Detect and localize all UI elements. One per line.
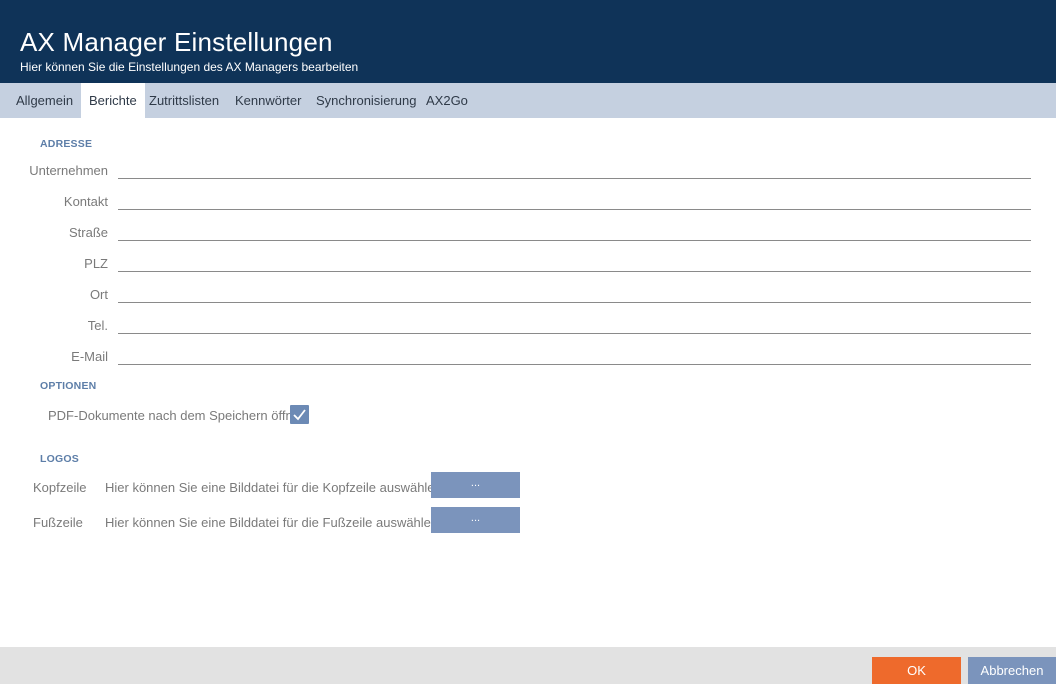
dialog-header: AX Manager Einstellungen Hier können Sie… xyxy=(0,0,1056,83)
label-unternehmen: Unternehmen xyxy=(29,163,108,178)
logo-name-fusszeile: Fußzeile xyxy=(33,515,83,530)
label-email: E-Mail xyxy=(71,349,108,364)
label-ort: Ort xyxy=(89,287,108,302)
section-title-logos: LOGOS xyxy=(40,453,79,465)
fusszeile-browse-button[interactable]: ... xyxy=(431,507,520,533)
dialog-subtitle: Hier können Sie die Einstellungen des AX… xyxy=(20,60,359,74)
label-kontakt: Kontakt xyxy=(63,194,108,209)
logo-name-kopfzeile: Kopfzeile xyxy=(33,480,87,495)
ort-field[interactable] xyxy=(118,283,1031,303)
tab-allgemein[interactable]: Allgemein xyxy=(8,83,81,118)
tab-zutrittslisten[interactable]: Zutrittslisten xyxy=(141,83,227,118)
section-title-optionen: OPTIONEN xyxy=(40,380,97,392)
ok-button[interactable]: OK xyxy=(872,657,961,684)
unternehmen-field[interactable] xyxy=(118,159,1031,179)
tab-kennwoerter[interactable]: Kennwörter xyxy=(227,83,309,118)
email-field[interactable] xyxy=(118,345,1031,365)
logo-desc-kopfzeile: Hier können Sie eine Bilddatei für die K… xyxy=(105,480,442,495)
label-tel: Tel. xyxy=(87,318,108,333)
tab-ax2go[interactable]: AX2Go xyxy=(418,83,476,118)
open-pdf-label: PDF-Dokumente nach dem Speichern öffnen xyxy=(48,408,308,423)
open-pdf-checkbox[interactable] xyxy=(290,405,309,424)
kopfzeile-browse-button[interactable]: ... xyxy=(431,472,520,498)
plz-field[interactable] xyxy=(118,252,1031,272)
tab-bar: Allgemein Berichte Zutrittslisten Kennwö… xyxy=(0,83,1056,118)
label-strasse: Straße xyxy=(68,225,108,240)
tab-berichte[interactable]: Berichte xyxy=(81,83,145,118)
dialog-title: AX Manager Einstellungen xyxy=(20,27,333,57)
cancel-button[interactable]: Abbrechen xyxy=(968,657,1056,684)
tel-field[interactable] xyxy=(118,314,1031,334)
kontakt-field[interactable] xyxy=(118,190,1031,210)
checkmark-icon xyxy=(293,409,306,421)
tab-synchronisierung[interactable]: Synchronisierung xyxy=(308,83,424,118)
label-plz: PLZ xyxy=(84,256,108,271)
section-title-adresse: ADRESSE xyxy=(40,138,93,150)
strasse-field[interactable] xyxy=(118,221,1031,241)
logo-desc-fusszeile: Hier können Sie eine Bilddatei für die F… xyxy=(105,515,439,530)
